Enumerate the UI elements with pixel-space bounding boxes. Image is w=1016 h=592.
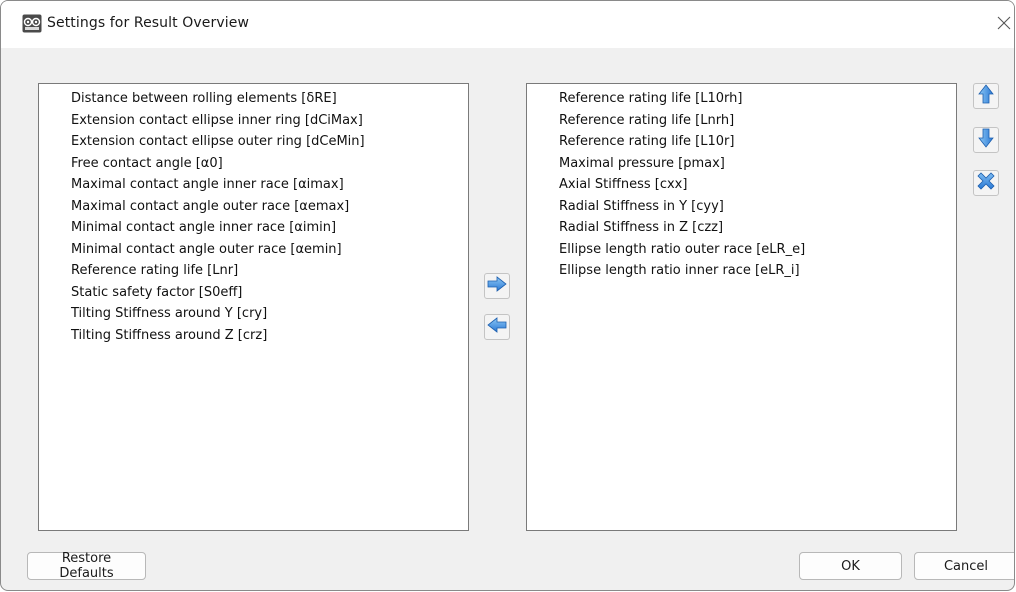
available-result-item[interactable]: Reference rating life [Lnr] <box>39 260 468 282</box>
arrow-right-icon <box>487 276 507 296</box>
arrow-down-icon <box>978 128 994 152</box>
window-title: Settings for Result Overview <box>47 15 249 31</box>
app-logo-icon <box>22 14 42 33</box>
available-result-item[interactable]: Minimal contact angle inner race [αimin] <box>39 217 468 239</box>
selected-result-item[interactable]: Ellipse length ratio inner race [eLR_i] <box>527 260 956 282</box>
available-result-item[interactable]: Extension contact ellipse outer ring [dC… <box>39 131 468 153</box>
selected-result-item[interactable]: Axial Stiffness [cxx] <box>527 174 956 196</box>
delete-x-icon <box>977 172 995 194</box>
selected-result-item[interactable]: Maximal pressure [pmax] <box>527 153 956 175</box>
available-result-item[interactable]: Maximal contact angle inner race [αimax] <box>39 174 468 196</box>
selected-results-list[interactable]: Reference rating life [L10rh] Reference r… <box>526 83 957 531</box>
add-to-selection-button[interactable] <box>484 273 510 299</box>
arrow-left-icon <box>487 317 507 337</box>
available-result-item[interactable]: Minimal contact angle outer race [αemin] <box>39 239 468 261</box>
restore-defaults-button[interactable]: Restore Defaults <box>27 551 146 581</box>
selected-result-item[interactable]: Radial Stiffness in Z [czz] <box>527 217 956 239</box>
selected-result-item[interactable]: Reference rating life [L10rh] <box>527 88 956 110</box>
available-result-item[interactable]: Free contact angle [α0] <box>39 153 468 175</box>
arrow-up-icon <box>978 84 994 108</box>
close-icon[interactable] <box>992 11 1014 35</box>
available-result-item[interactable]: Extension contact ellipse inner ring [dC… <box>39 110 468 132</box>
settings-dialog: Settings for Result Overview Distance be… <box>0 0 1015 591</box>
available-result-item[interactable]: Tilting Stiffness around Z [crz] <box>39 325 468 347</box>
available-result-item[interactable]: Static safety factor [S0eff] <box>39 282 468 304</box>
available-results-list[interactable]: Distance between rolling elements [δRE] E… <box>38 83 469 531</box>
delete-item-button[interactable] <box>973 170 999 196</box>
ok-button[interactable]: OK <box>799 552 902 580</box>
available-result-item[interactable]: Distance between rolling elements [δRE] <box>39 88 468 110</box>
available-result-item[interactable]: Maximal contact angle outer race [αemax] <box>39 196 468 218</box>
available-result-item[interactable]: Tilting Stiffness around Y [cry] <box>39 303 468 325</box>
move-up-button[interactable] <box>973 83 999 109</box>
selected-result-item[interactable]: Reference rating life [Lnrh] <box>527 110 956 132</box>
move-down-button[interactable] <box>973 127 999 153</box>
title-bar: Settings for Result Overview <box>1 1 1014 48</box>
selected-result-item[interactable]: Ellipse length ratio outer race [eLR_e] <box>527 239 956 261</box>
selected-result-item[interactable]: Radial Stiffness in Y [cyy] <box>527 196 956 218</box>
remove-from-selection-button[interactable] <box>484 314 510 340</box>
selected-result-item[interactable]: Reference rating life [L10r] <box>527 131 956 153</box>
cancel-button[interactable]: Cancel <box>914 552 1014 580</box>
